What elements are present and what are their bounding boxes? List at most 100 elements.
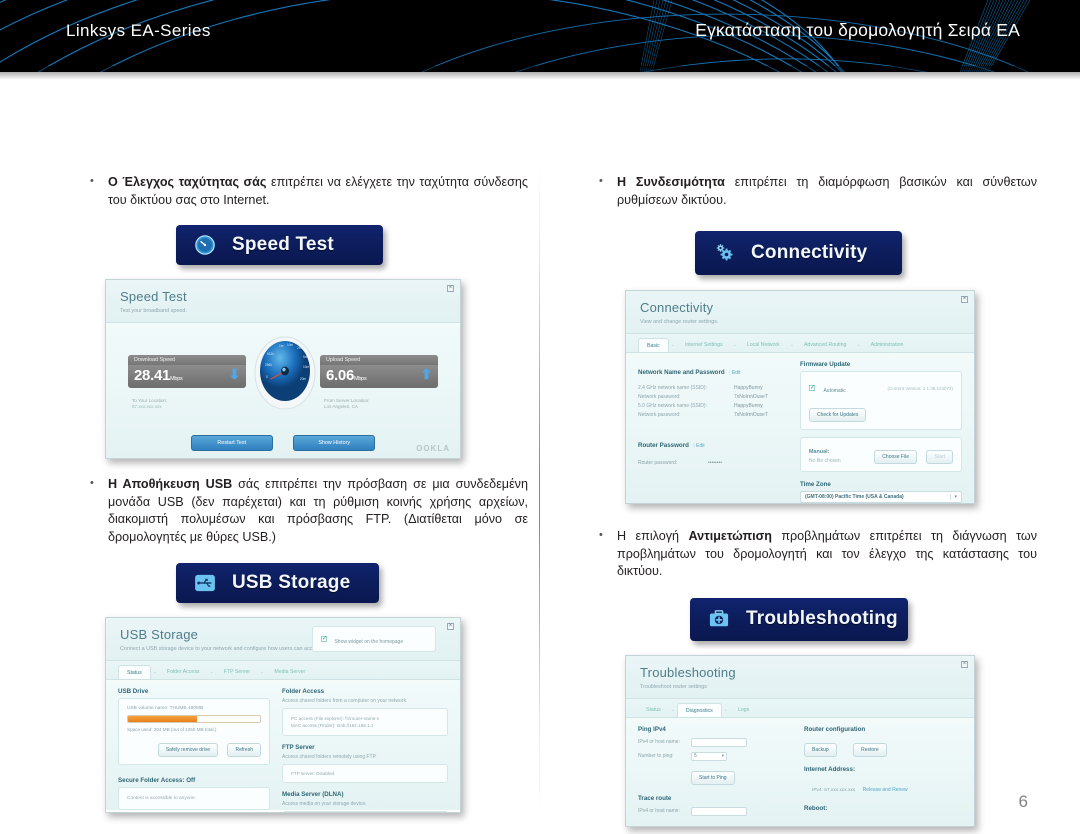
connectivity-tab-advanced-routing[interactable]: Advanced Routing: [796, 338, 854, 352]
usb-tab-folder-access[interactable]: Folder Access: [159, 665, 208, 679]
troubleshooting-tabs: Status ⌄ Diagnostics ⌄ Logs: [626, 698, 974, 718]
ftp-server-subtitle: Access shared folders remotely using FTP…: [282, 754, 377, 760]
left-column: Ο Έλεγχος ταχύτητας σάς επιτρέπει να ελέ…: [88, 173, 528, 813]
backup-button[interactable]: Backup: [804, 742, 837, 757]
close-icon[interactable]: ×: [447, 285, 454, 292]
show-widget-checkbox[interactable]: [321, 635, 327, 642]
ftp-status-box: FTP server: Disabled: [282, 764, 448, 783]
row-label: 2.4 GHz network name (SSID):: [638, 385, 707, 391]
trace-route-heading: Trace route: [638, 794, 672, 802]
ping-number-value: 5: [694, 753, 697, 759]
usb-tab-ftp-server[interactable]: FTP Server: [216, 665, 258, 679]
restart-test-button[interactable]: Restart Test: [190, 435, 273, 451]
close-icon[interactable]: ×: [447, 623, 454, 630]
upload-speed-value-row: 6.06Mbps ⬆: [320, 365, 438, 388]
folder-access-line2: MAC access (Finder): smb://192.168.1.1: [291, 723, 374, 728]
troubleshooting-screenshot: Troubleshooting Troubleshoot router sett…: [625, 654, 975, 827]
upload-speed-box: Upload Speed 6.06Mbps ⬆: [320, 355, 438, 388]
start-firmware-button: Start: [926, 450, 953, 464]
connectivity-tab-administration[interactable]: Administration: [863, 338, 912, 352]
connectivity-tab-internet-settings[interactable]: Internet Settings: [677, 338, 731, 352]
troubleshooting-banner-label: Troubleshooting: [746, 608, 898, 629]
folder-access-box: PC access (File explorer): \\\\router-na…: [282, 708, 448, 736]
usb-tab-status[interactable]: Status: [118, 665, 151, 679]
usb-space-used-label: Space used: 204 MB (out of 1450 MB total…: [127, 727, 217, 732]
speed-test-banner[interactable]: Speed Test: [176, 225, 383, 265]
ping-ipv4-heading: Ping IPv4: [638, 725, 666, 733]
ookla-logo: OOKLA: [416, 444, 450, 453]
show-widget-checkbox-row[interactable]: Show widget on the homepage: [312, 626, 436, 652]
usb-storage-screenshot: USB Storage Connect a USB storage device…: [105, 617, 461, 813]
router-password-heading-row: Router Password | Edit: [638, 434, 788, 452]
usb-space-progress-fill: [128, 716, 197, 722]
show-history-button[interactable]: Show History: [293, 435, 376, 451]
svg-text:1m: 1m: [279, 344, 284, 348]
network-name-edit-link[interactable]: Edit: [732, 370, 741, 376]
toolkit-icon: [706, 606, 732, 632]
usb-storage-paragraph: Η Αποθήκευση USB σάς επιτρέπει την πρόσβ…: [88, 475, 528, 546]
speed-test-paragraph: Ο Έλεγχος ταχύτητας σάς επιτρέπει να ελέ…: [88, 173, 528, 209]
connectivity-tab-local-network[interactable]: Local Network: [739, 338, 788, 352]
time-zone-heading: Time Zone: [800, 481, 831, 488]
folder-access-heading: Folder Access: [282, 688, 325, 695]
troubleshooting-tab-diagnostics[interactable]: Diagnostics: [676, 702, 722, 717]
troubleshooting-tab-logs[interactable]: Logs: [730, 703, 757, 717]
reboot-router-link[interactable]: Reboot the router: [812, 826, 851, 827]
gears-icon: [711, 240, 737, 266]
speed-test-shot-body: Download Speed 28.41Mbps ⬇ To Your Locat…: [106, 323, 460, 458]
troubleshooting-shot-header: Troubleshooting Troubleshoot router sett…: [626, 655, 974, 699]
usb-shot-header: USB Storage Connect a USB storage device…: [106, 618, 460, 661]
trace-host-input[interactable]: [691, 806, 747, 816]
firmware-version-label: (Current Version: 2.1.38.124072): [887, 385, 953, 391]
refresh-button[interactable]: Refresh: [227, 743, 261, 757]
release-and-renew-link[interactable]: Release and Renew: [863, 787, 908, 793]
router-password-value: ••••••••: [708, 460, 723, 466]
ping-number-select[interactable]: 5 ▾: [691, 751, 727, 761]
row-label: Network password:: [638, 412, 681, 418]
usb-storage-banner[interactable]: USB Storage: [176, 563, 379, 603]
choose-file-button[interactable]: Choose File: [874, 450, 917, 464]
usb-icon: [192, 570, 218, 596]
firmware-automatic-checkbox[interactable]: [809, 384, 815, 391]
manual-row: Manual: No file chosen Choose File Start: [809, 445, 953, 464]
connectivity-shot-title: Connectivity: [640, 300, 714, 315]
speedometer-icon: [192, 232, 218, 258]
usb-right-pane: Folder Access Access shared folders from…: [282, 688, 448, 812]
svg-text:512k: 512k: [267, 352, 274, 356]
start-traceroute-button[interactable]: Start to Traceroute: [691, 826, 748, 827]
table-row: 5.0 GHz network name (SSID): HappyBunny: [638, 403, 788, 409]
ping-host-row: IPv4 or host name:: [638, 737, 790, 747]
close-icon[interactable]: ×: [961, 296, 968, 303]
troubleshooting-right-pane: Router configuration Backup Restore Inte…: [804, 726, 962, 818]
download-speed-value-row: 28.41Mbps ⬇: [128, 365, 246, 388]
upload-speed-label: Upload Speed: [320, 355, 438, 365]
usb-tab-media-server[interactable]: Media Server: [266, 665, 313, 679]
reboot-row: Reboot the router: [804, 817, 962, 827]
speed-test-shot-subtitle: Test your broadband speed.: [120, 308, 187, 314]
tab-separator-icon: ⌄: [723, 706, 728, 713]
trace-host-row: IPv4 or host name:: [638, 806, 790, 816]
connectivity-shot-body: Network Name and Password | Edit 2.4 GHz…: [626, 353, 974, 503]
ping-host-input[interactable]: [691, 737, 747, 747]
connectivity-banner[interactable]: Connectivity: [695, 231, 902, 275]
close-icon[interactable]: ×: [961, 660, 968, 668]
restore-button[interactable]: Restore: [853, 742, 887, 757]
connectivity-tab-basic[interactable]: Basic: [638, 338, 669, 352]
table-row: Network password: 7xNoIrmOuseT: [638, 394, 788, 400]
router-password-edit-link[interactable]: Edit: [696, 443, 705, 449]
start-ping-button[interactable]: Start to Ping: [691, 770, 735, 785]
column-divider: [539, 167, 541, 817]
ping-number-label: Number to ping:: [638, 753, 674, 759]
safely-remove-drive-button[interactable]: Safely remove drive: [157, 743, 219, 757]
time-zone-select[interactable]: (GMT-08:00) Pacific Time (USA & Canada) …: [800, 491, 962, 503]
header-brand-title: Linksys EA-Series: [66, 21, 211, 40]
ping-number-row: Number to ping: 5 ▾: [638, 751, 790, 761]
ping-host-label: IPv4 or host name:: [638, 739, 680, 745]
firmware-auto-row-left[interactable]: Automatic: [809, 379, 846, 397]
troubleshooting-tab-status[interactable]: Status: [638, 703, 669, 717]
chevron-down-icon[interactable]: ▾: [722, 753, 724, 759]
troubleshooting-banner[interactable]: Troubleshooting: [690, 597, 908, 641]
check-for-updates-button[interactable]: Check for Updates: [809, 408, 867, 422]
chevron-down-icon[interactable]: ▾: [950, 494, 957, 500]
firmware-update-heading: Firmware Update: [800, 361, 851, 368]
